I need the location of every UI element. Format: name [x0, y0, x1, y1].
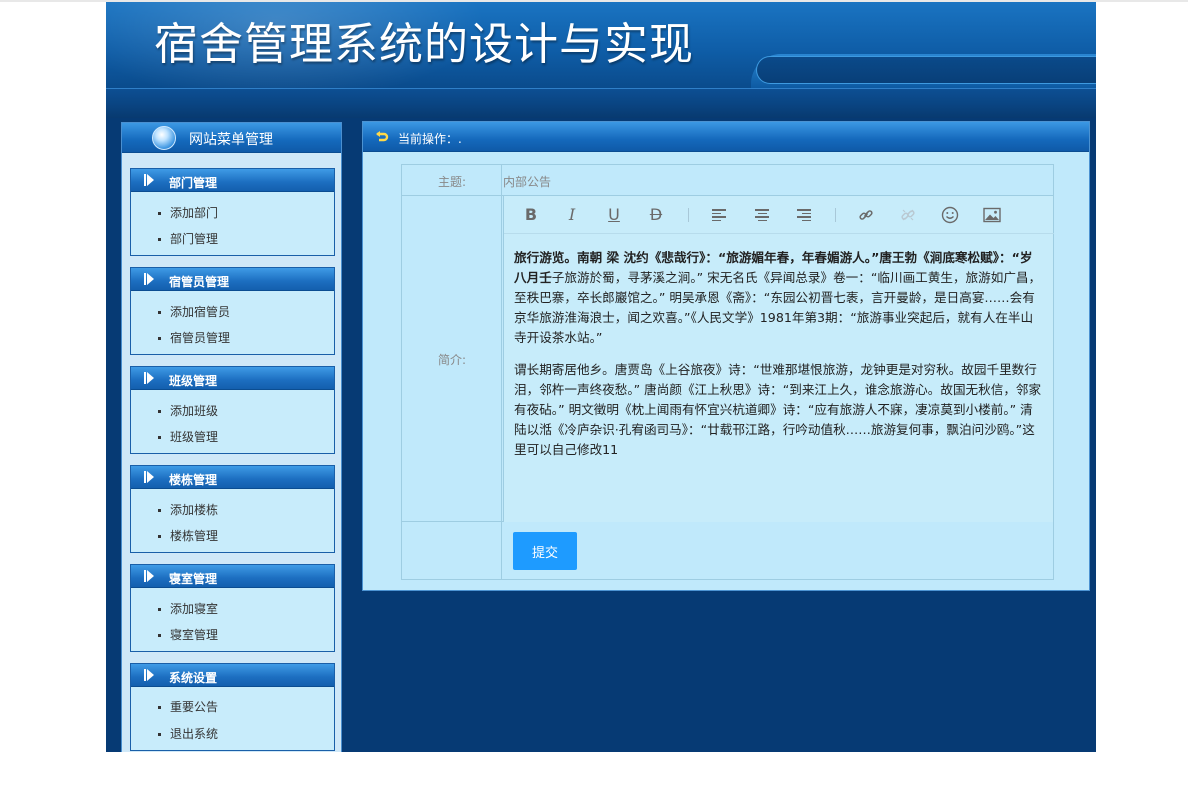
- menu-group-header[interactable]: 楼栋管理: [131, 466, 334, 489]
- sidebar-item-announcement[interactable]: 重要公告: [158, 698, 218, 715]
- menu-group-header[interactable]: 部门管理: [131, 169, 334, 192]
- sidebar-item-add-dorm-manager[interactable]: 添加宿管员: [158, 303, 230, 320]
- intro-label: 简介:: [437, 353, 467, 367]
- play-icon: [147, 174, 154, 186]
- menu-group-header[interactable]: 班级管理: [131, 367, 334, 390]
- align-left-icon[interactable]: [709, 205, 729, 225]
- submit-row: 提交: [402, 522, 1053, 579]
- breadcrumb: 当前操作：.: [398, 132, 462, 146]
- subject-input[interactable]: 内部公告: [503, 173, 551, 190]
- play-icon: [147, 273, 154, 285]
- menu-group-title: 部门管理: [169, 176, 218, 190]
- play-icon: [147, 471, 154, 483]
- sidebar-header: 网站菜单管理: [122, 123, 341, 153]
- submit-button[interactable]: 提交: [513, 532, 577, 570]
- editor-toolbar: B I U D: [504, 196, 1054, 234]
- bullet-icon: [158, 337, 161, 340]
- bullet-icon: [158, 311, 161, 314]
- play-icon: [147, 372, 154, 384]
- strikethrough-icon[interactable]: D: [646, 205, 666, 225]
- return-arrow-icon: [375, 130, 389, 147]
- link-icon[interactable]: [856, 205, 876, 225]
- sidebar-title: 网站菜单管理: [189, 132, 273, 148]
- header-banner: 宿舍管理系统的设计与实现: [106, 2, 1096, 88]
- sidebar: 网站菜单管理 部门管理 添加部门 部门管理 宿管员管理 添加宿管员 宿管员管理: [121, 122, 342, 752]
- menu-group-title: 班级管理: [169, 374, 218, 388]
- sidebar-item-add-department[interactable]: 添加部门: [158, 204, 218, 221]
- image-icon[interactable]: [982, 205, 1002, 225]
- content-panel: 当前操作：. 主题: 内部公告 简介: B I U D 旅行游览。南朝 梁 沈约…: [362, 121, 1090, 591]
- bold-icon[interactable]: B: [521, 205, 541, 225]
- bullet-icon: [158, 410, 161, 413]
- intro-row: 简介: B I U D 旅行游览。南朝 梁 沈约《悲哉行》：“旅游媚年春，年春媚…: [402, 196, 1054, 522]
- edit-form: 主题: 内部公告 简介: B I U D 旅行游览。南朝 梁 沈约《悲哉行》：“…: [401, 164, 1054, 580]
- menu-group-dorm-manager: 宿管员管理 添加宿管员 宿管员管理: [130, 267, 335, 355]
- page: 宿舍管理系统的设计与实现 网站菜单管理 部门管理 添加部门 部门管理 宿管员管理…: [0, 0, 1188, 786]
- menu-group-building: 楼栋管理 添加楼栋 楼栋管理: [130, 465, 335, 553]
- menu-group-title: 楼栋管理: [169, 473, 218, 487]
- content-paragraph: 旅行游览。南朝 梁 沈约《悲哉行》：“旅游媚年春，年春媚游人。”唐王勃《涧底寒松…: [514, 250, 1042, 345]
- menu-group-department: 部门管理 添加部门 部门管理: [130, 168, 335, 256]
- sidebar-item-building-management[interactable]: 楼栋管理: [158, 527, 218, 544]
- menu-group-title: 寝室管理: [169, 572, 218, 586]
- menu-group-header[interactable]: 系统设置: [131, 664, 334, 687]
- sidebar-item-class-management[interactable]: 班级管理: [158, 428, 218, 445]
- align-right-icon[interactable]: [794, 205, 814, 225]
- menu-group-dormitory: 寝室管理 添加寝室 寝室管理: [130, 564, 335, 652]
- panel-header: 当前操作：.: [363, 122, 1089, 152]
- bullet-icon: [158, 733, 161, 736]
- globe-icon: [152, 126, 176, 150]
- play-icon: [147, 669, 154, 681]
- banner-pill: [756, 56, 1096, 84]
- menu-group-class: 班级管理 添加班级 班级管理: [130, 366, 335, 454]
- bullet-icon: [158, 608, 161, 611]
- menu-group-header[interactable]: 寝室管理: [131, 565, 334, 588]
- sidebar-item-dormitory-management[interactable]: 寝室管理: [158, 626, 218, 643]
- menu-group-title: 系统设置: [169, 671, 218, 685]
- bullet-icon: [158, 436, 161, 439]
- content-paragraph: 谓长期寄居他乡。唐贾岛《上谷旅夜》诗：“世难那堪恨旅游，龙钟更是对穷秋。故园千里…: [514, 362, 1042, 457]
- subject-row: 主题: 内部公告: [402, 165, 1053, 196]
- page-title: 宿舍管理系统的设计与实现: [154, 19, 694, 70]
- align-center-icon[interactable]: [752, 205, 772, 225]
- sidebar-item-add-dormitory[interactable]: 添加寝室: [158, 600, 218, 617]
- sidebar-item-add-class[interactable]: 添加班级: [158, 402, 218, 419]
- bullet-icon: [158, 509, 161, 512]
- bullet-icon: [158, 634, 161, 637]
- header-subbar: [106, 88, 1096, 118]
- italic-icon[interactable]: I: [562, 205, 582, 225]
- rich-text-editor[interactable]: B I U D 旅行游览。南朝 梁 沈约《悲哉行》：“旅游媚年春，年春媚游人。”…: [503, 196, 1054, 522]
- bullet-icon: [158, 706, 161, 709]
- menu-group-system-settings: 系统设置 重要公告 退出系统: [130, 663, 335, 751]
- sidebar-item-department-management[interactable]: 部门管理: [158, 230, 218, 247]
- underline-icon[interactable]: U: [604, 205, 624, 225]
- app-frame: 宿舍管理系统的设计与实现 网站菜单管理 部门管理 添加部门 部门管理 宿管员管理…: [106, 2, 1096, 752]
- subject-label: 主题:: [437, 175, 467, 189]
- menu-group-title: 宿管员管理: [169, 275, 230, 289]
- sidebar-item-logout[interactable]: 退出系统: [158, 725, 218, 742]
- bullet-icon: [158, 238, 161, 241]
- menu-group-header[interactable]: 宿管员管理: [131, 268, 334, 291]
- unlink-icon[interactable]: [898, 205, 918, 225]
- sidebar-item-add-building[interactable]: 添加楼栋: [158, 501, 218, 518]
- bullet-icon: [158, 212, 161, 215]
- play-icon: [147, 570, 154, 582]
- sidebar-item-dorm-manager-management[interactable]: 宿管员管理: [158, 329, 230, 346]
- editor-content[interactable]: 旅行游览。南朝 梁 沈约《悲哉行》：“旅游媚年春，年春媚游人。”唐王勃《涧底寒松…: [514, 248, 1044, 472]
- bullet-icon: [158, 535, 161, 538]
- emoji-icon[interactable]: [940, 205, 960, 225]
